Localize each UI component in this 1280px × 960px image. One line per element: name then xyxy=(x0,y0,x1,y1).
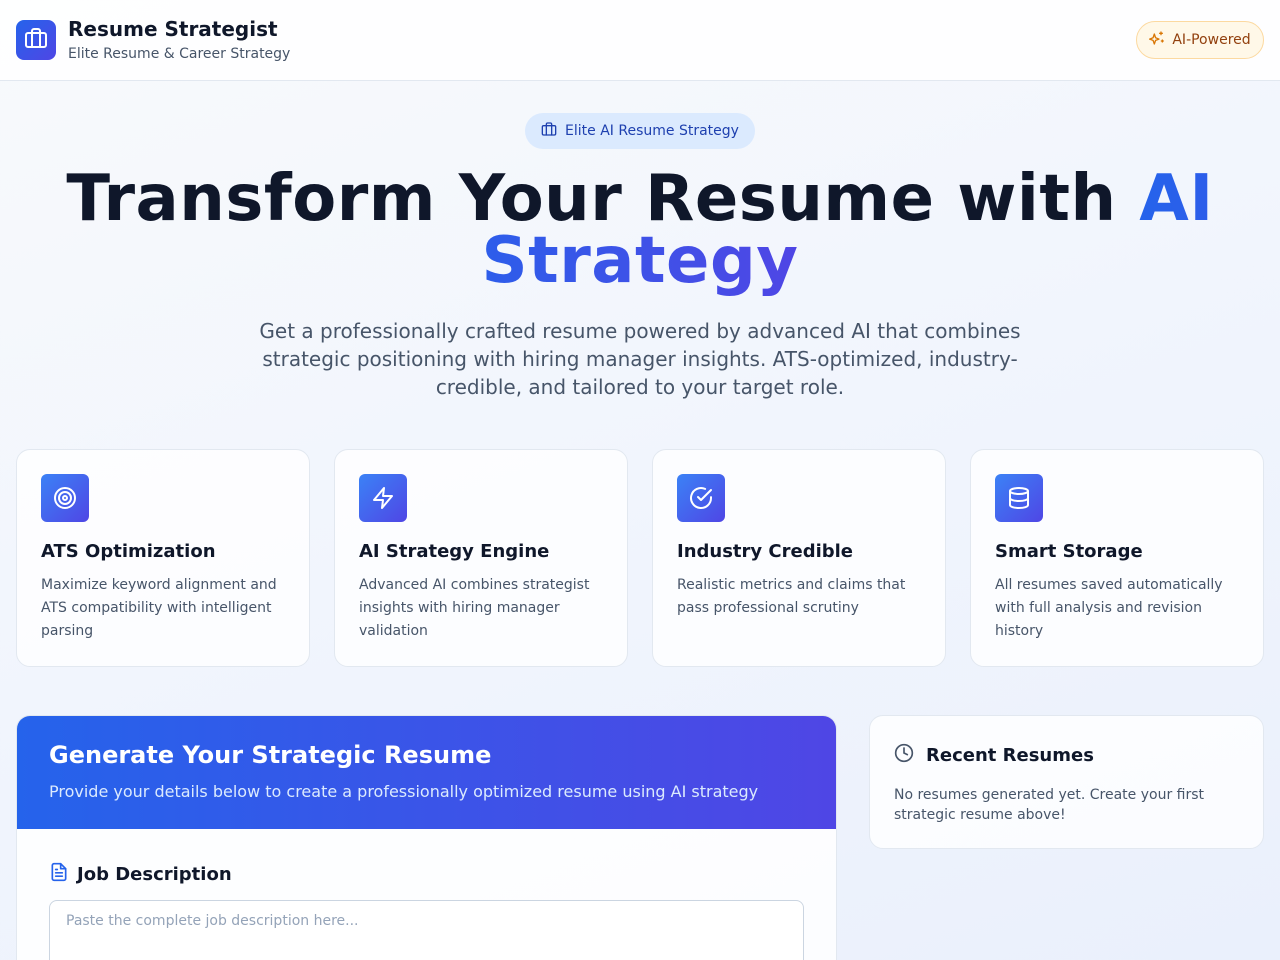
feature-title: AI Strategy Engine xyxy=(359,541,550,562)
app-title: Resume Strategist xyxy=(68,17,278,41)
recent-resumes-heading: Recent Resumes xyxy=(894,743,1094,768)
hero-pill-label: Elite AI Resume Strategy xyxy=(565,123,739,139)
hero-pill: Elite AI Resume Strategy xyxy=(525,113,755,149)
feature-card-storage: Smart Storage All resumes saved automati… xyxy=(970,449,1264,667)
job-description-input[interactable] xyxy=(49,900,804,960)
job-description-label: Job Description xyxy=(49,862,232,887)
feature-title: Industry Credible xyxy=(677,541,854,562)
sparkles-icon xyxy=(1149,30,1165,50)
briefcase-icon xyxy=(24,26,48,54)
feature-card-ats: ATS Optimization Maximize keyword alignm… xyxy=(16,449,310,667)
feature-description: All resumes saved automatically with ful… xyxy=(995,577,1223,639)
feature-description: Maximize keyword alignment and ATS compa… xyxy=(41,577,277,639)
feature-title: Smart Storage xyxy=(995,541,1143,562)
generate-title: Generate Your Strategic Resume xyxy=(49,741,492,769)
recent-resumes-empty: No resumes generated yet. Create your fi… xyxy=(894,787,1205,823)
generate-resume-panel: Generate Your Strategic Resume Provide y… xyxy=(16,715,837,960)
feature-description: Realistic metrics and claims that pass p… xyxy=(677,577,906,616)
target-icon xyxy=(41,474,89,522)
feature-card-credible: Industry Credible Realistic metrics and … xyxy=(652,449,946,667)
job-description-label-text: Job Description xyxy=(77,864,232,885)
zap-icon xyxy=(359,474,407,522)
briefcase-icon xyxy=(541,121,557,141)
feature-card-ai-engine: AI Strategy Engine Advanced AI combines … xyxy=(334,449,628,667)
clock-icon xyxy=(894,743,914,768)
check-circle-icon xyxy=(677,474,725,522)
ai-powered-badge: AI-Powered xyxy=(1136,21,1264,59)
file-text-icon xyxy=(49,862,69,887)
feature-title: ATS Optimization xyxy=(41,541,216,562)
generate-panel-header: Generate Your Strategic Resume Provide y… xyxy=(17,716,836,829)
recent-resumes-title: Recent Resumes xyxy=(926,745,1094,766)
hero-title: Transform Your Resume with AI Strategy xyxy=(40,167,1240,293)
app-header: Resume Strategist Elite Resume & Career … xyxy=(0,0,1280,81)
app-logo[interactable] xyxy=(16,20,56,60)
feature-description: Advanced AI combines strategist insights… xyxy=(359,577,590,639)
generate-subtitle: Provide your details below to create a p… xyxy=(49,782,759,801)
hero-description: Get a professionally crafted resume powe… xyxy=(259,319,1021,399)
database-icon xyxy=(995,474,1043,522)
recent-resumes-panel: Recent Resumes No resumes generated yet.… xyxy=(869,715,1264,849)
app-subtitle: Elite Resume & Career Strategy xyxy=(68,46,291,62)
ai-powered-label: AI-Powered xyxy=(1172,32,1251,48)
